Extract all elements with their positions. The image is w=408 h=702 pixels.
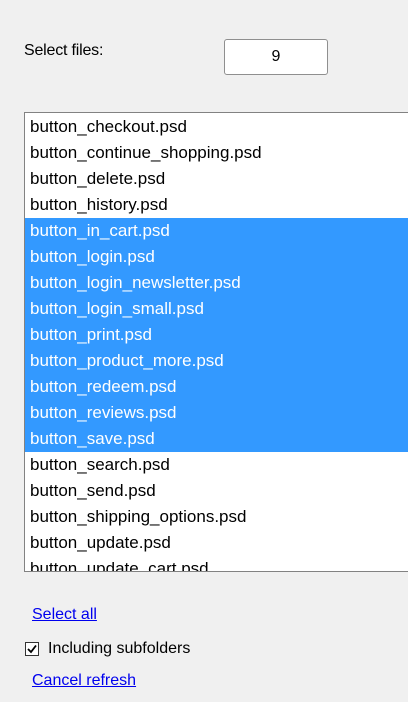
- file-list-item[interactable]: button_login.psd: [25, 244, 408, 270]
- including-subfolders-option[interactable]: Including subfolders: [25, 638, 190, 660]
- file-list-item[interactable]: button_delete.psd: [25, 166, 408, 192]
- file-list-item[interactable]: button_continue_shopping.psd: [25, 140, 408, 166]
- checkmark-icon: [27, 644, 37, 654]
- file-list-item[interactable]: button_send.psd: [25, 478, 408, 504]
- cancel-refresh-link[interactable]: Cancel refresh: [32, 672, 136, 690]
- file-list-item[interactable]: button_login_newsletter.psd: [25, 270, 408, 296]
- file-list-item[interactable]: button_login_small.psd: [25, 296, 408, 322]
- file-list[interactable]: button_checkout.psd button_continue_shopp…: [24, 112, 408, 572]
- file-list-item[interactable]: button_save.psd: [25, 426, 408, 452]
- file-list-item[interactable]: button_history.psd: [25, 192, 408, 218]
- select-files-panel: Select files: 9 button_checkout.psd butto…: [0, 0, 408, 702]
- including-subfolders-checkbox[interactable]: [25, 642, 39, 656]
- file-list-item[interactable]: button_print.psd: [25, 322, 408, 348]
- file-list-item[interactable]: button_update.psd: [25, 530, 408, 556]
- file-list-item[interactable]: button_reviews.psd: [25, 400, 408, 426]
- file-list-item[interactable]: button_checkout.psd: [25, 114, 408, 140]
- file-list-item[interactable]: button_shipping_options.psd: [25, 504, 408, 530]
- including-subfolders-label: Including subfolders: [48, 640, 191, 657]
- file-list-item[interactable]: button_update_cart.psd: [25, 556, 408, 571]
- file-list-item[interactable]: button_product_more.psd: [25, 348, 408, 374]
- select-all-link[interactable]: Select all: [32, 606, 97, 624]
- file-count-field[interactable]: 9: [224, 39, 328, 75]
- file-list-item[interactable]: button_in_cart.psd: [25, 218, 408, 244]
- select-files-label: Select files:: [24, 42, 104, 59]
- file-list-item[interactable]: button_search.psd: [25, 452, 408, 478]
- file-list-item[interactable]: button_redeem.psd: [25, 374, 408, 400]
